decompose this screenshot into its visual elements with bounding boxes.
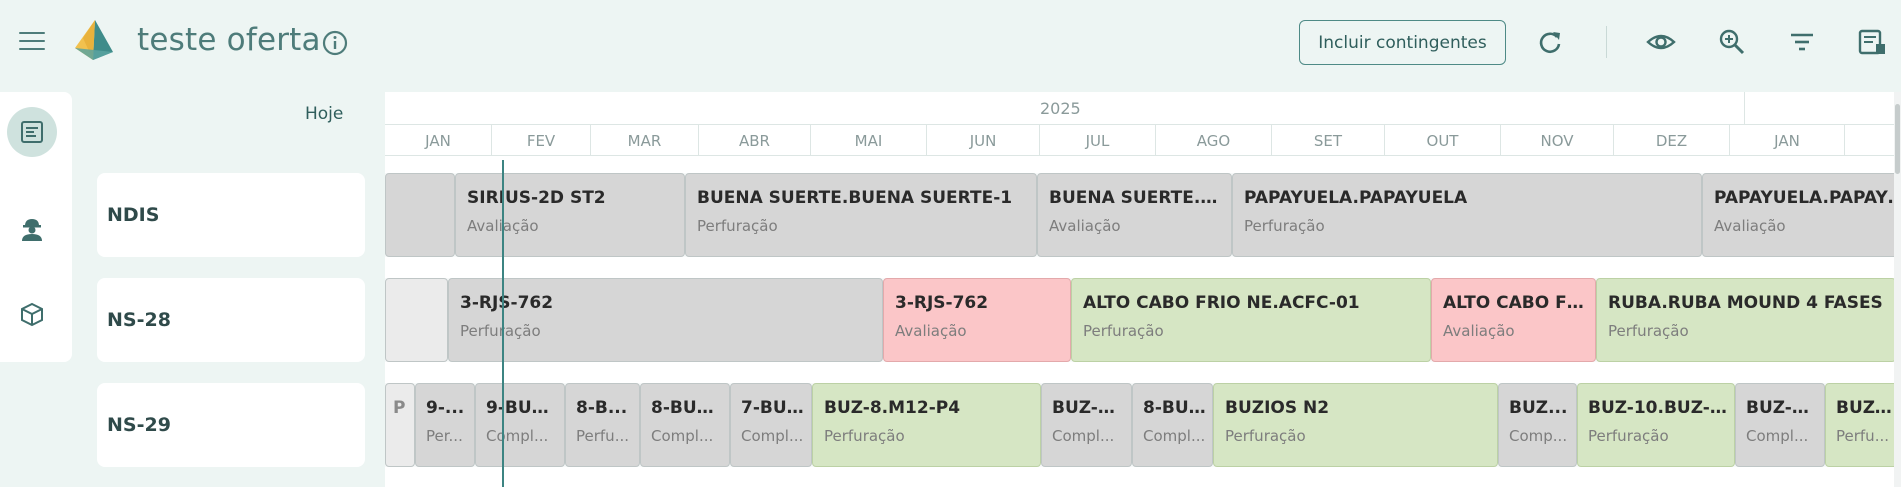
activity-bar[interactable]: 7-BU... Compl... xyxy=(730,383,812,467)
filter-icon[interactable] xyxy=(1787,27,1817,57)
row-label-ndis: NDIS xyxy=(97,173,365,257)
month-label: ABR xyxy=(699,125,811,156)
activity-bar[interactable]: 9-BUZ... Compl... xyxy=(475,383,565,467)
menu-icon[interactable] xyxy=(19,32,45,52)
gantt-timeline[interactable]: 2025 JAN FEV MAR ABR MAI JUN JUL AGO SET… xyxy=(385,92,1901,487)
activity-bar[interactable]: ALTO CABO FR... Avaliação xyxy=(1431,278,1596,362)
list-details-icon[interactable] xyxy=(1857,27,1887,57)
activity-bar[interactable]: BUZ-9...Perfu... xyxy=(1825,383,1901,467)
eye-icon[interactable] xyxy=(1646,27,1676,57)
app-header: teste oferta Incluir contingentes xyxy=(0,0,1901,86)
month-label: AGO xyxy=(1156,125,1272,156)
activity-bar[interactable]: P xyxy=(385,383,415,467)
activity-bar[interactable]: 8-BUZ... Compl... xyxy=(640,383,730,467)
row-label-ns-28: NS-28 xyxy=(97,278,365,362)
side-nav xyxy=(0,92,72,362)
gantt-view-icon xyxy=(21,121,43,143)
activity-bar[interactable]: RUBA.RUBA MOUND 4 FASES Perfuração xyxy=(1596,278,1896,362)
month-label: MAI xyxy=(811,125,927,156)
month-label: DEZ xyxy=(1614,125,1730,156)
zoom-in-icon[interactable] xyxy=(1717,27,1747,57)
year-separator xyxy=(1744,92,1745,124)
activity-bar[interactable]: BUZ-8... Compl... xyxy=(1041,383,1132,467)
worker-icon xyxy=(22,219,42,241)
vertical-scrollbar[interactable] xyxy=(1894,92,1901,487)
activity-bar[interactable]: BUENA SUERTE.B... Avaliação xyxy=(1037,173,1232,257)
side-nav-gantt[interactable] xyxy=(7,107,57,157)
lane-ns-28: 3-RJS-762 Perfuração 3-RJS-762 Avaliação A… xyxy=(385,278,1901,362)
month-label: FEV xyxy=(492,125,591,156)
month-label: NOV xyxy=(1501,125,1614,156)
lane-ns-29: P 9-... Per... 9-BUZ... Compl... 8-B... Per… xyxy=(385,383,1901,467)
activity-bar[interactable]: 3-RJS-762 Perfuração xyxy=(448,278,883,362)
include-contingents-button[interactable]: Incluir contingentes xyxy=(1299,20,1506,65)
scrollbar-thumb[interactable] xyxy=(1895,104,1900,174)
month-label: SET xyxy=(1272,125,1385,156)
info-icon[interactable] xyxy=(321,29,349,57)
side-nav-workers[interactable] xyxy=(7,204,57,254)
toolbar-divider xyxy=(1606,26,1607,58)
activity-bar[interactable]: BUZ-8.M12-P4 Perfuração xyxy=(812,383,1041,467)
activity-bar[interactable]: BUZ... Comp... xyxy=(1498,383,1577,467)
activity-bar[interactable]: BUZ-10.BUZ-1... Perfuração xyxy=(1577,383,1735,467)
month-label: JUL xyxy=(1040,125,1156,156)
today-marker-line xyxy=(502,160,504,487)
month-label: JAN xyxy=(1730,125,1845,156)
activity-bar[interactable] xyxy=(385,173,455,257)
activity-bar[interactable]: BUZ-1... Compl... xyxy=(1735,383,1825,467)
refresh-icon[interactable] xyxy=(1535,27,1565,57)
box-icon xyxy=(21,302,43,327)
activity-bar[interactable]: 8-BU... Compl... xyxy=(1132,383,1213,467)
month-label: JAN xyxy=(385,125,492,156)
activity-bar[interactable]: PAPAYUELA.PAPAYUELA Perfuração xyxy=(1232,173,1702,257)
activity-bar[interactable]: BUZIOS N2 Perfuração xyxy=(1213,383,1498,467)
activity-bar[interactable]: BUENA SUERTE.BUENA SUERTE-1 Perfuração xyxy=(685,173,1037,257)
activity-bar[interactable]: ALTO CABO FRIO NE.ACFC-01 Perfuração xyxy=(1071,278,1431,362)
month-label: JUN xyxy=(927,125,1040,156)
activity-bar[interactable]: 3-RJS-762 Avaliação xyxy=(883,278,1071,362)
row-label-ns-29: NS-29 xyxy=(97,383,365,467)
month-header: JAN FEV MAR ABR MAI JUN JUL AGO SET OUT … xyxy=(385,124,1901,156)
activity-bar[interactable]: 8-B... Perfu... xyxy=(565,383,640,467)
activity-bar[interactable]: SIRIUS-2D ST2Avaliação xyxy=(455,173,685,257)
lane-ndis: SIRIUS-2D ST2Avaliação BUENA SUERTE.BUEN… xyxy=(385,173,1901,257)
app-logo xyxy=(75,20,113,60)
activity-bar[interactable] xyxy=(385,278,448,362)
year-header: 2025 xyxy=(385,92,1901,124)
month-label: OUT xyxy=(1385,125,1501,156)
year-label: 2025 xyxy=(1040,99,1081,118)
month-label: MAR xyxy=(591,125,699,156)
side-nav-packages[interactable] xyxy=(7,289,57,339)
page-title: teste oferta xyxy=(137,22,321,58)
activity-bar[interactable]: PAPAYUELA.PAPAYUELAAvaliação xyxy=(1702,173,1901,257)
activity-bar[interactable]: 9-... Per... xyxy=(415,383,475,467)
today-button[interactable]: Hoje xyxy=(305,104,343,124)
